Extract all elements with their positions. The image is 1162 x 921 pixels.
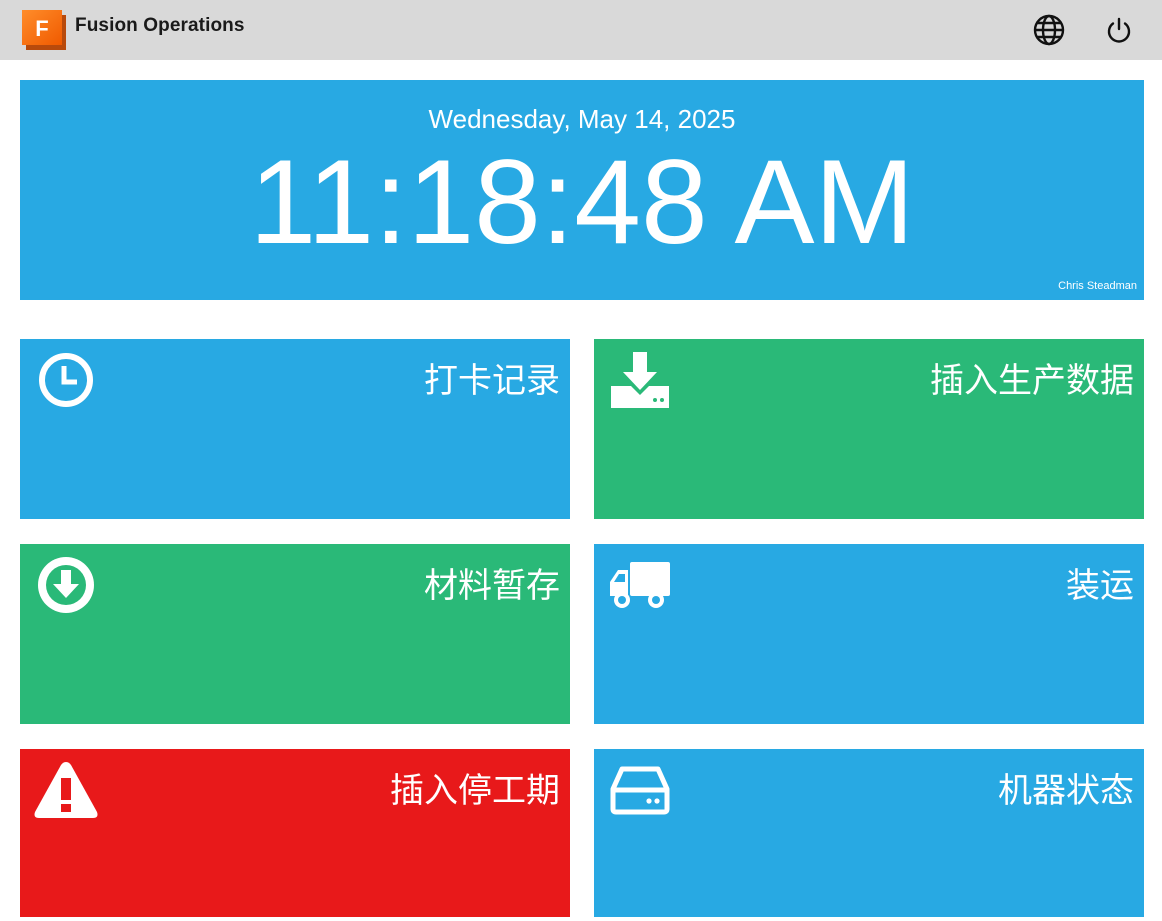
tile-label: 打卡记录 [424, 361, 560, 401]
warning-icon [33, 757, 99, 823]
download-tray-icon [607, 347, 673, 413]
tile-material-staging[interactable]: 材料暂存 [20, 544, 570, 724]
top-bar: F Fusion Operations [0, 0, 1162, 60]
tile-shipping[interactable]: 装运 [594, 544, 1144, 724]
clock-panel: Wednesday, May 14, 2025 11:18:48 AM Chri… [20, 80, 1144, 300]
app-title: Fusion Operations [75, 15, 245, 36]
tile-insert-production-data[interactable]: 插入生产数据 [594, 339, 1144, 519]
power-icon[interactable] [1102, 13, 1136, 47]
user-name: Chris Steadman [1058, 280, 1137, 292]
tile-insert-downtime[interactable]: 插入停工期 [20, 749, 570, 917]
logo-letter: F [35, 16, 48, 41]
tile-label: 材料暂存 [424, 566, 560, 606]
tile-machine-status[interactable]: 机器状态 [594, 749, 1144, 917]
current-time: 11:18:48 AM [249, 135, 915, 269]
fusion-logo: F [22, 10, 66, 50]
tile-label: 插入停工期 [390, 771, 560, 811]
tile-label: 装运 [1066, 566, 1134, 606]
current-date: Wednesday, May 14, 2025 [428, 104, 736, 134]
tile-label: 机器状态 [998, 771, 1134, 811]
tile-label: 插入生产数据 [930, 361, 1134, 401]
arrow-down-circle-icon [33, 552, 99, 618]
globe-icon[interactable] [1032, 13, 1066, 47]
tile-time-clock[interactable]: 打卡记录 [20, 339, 570, 519]
truck-icon [607, 552, 673, 618]
clock-icon [33, 347, 99, 413]
hard-drive-icon [607, 757, 673, 823]
